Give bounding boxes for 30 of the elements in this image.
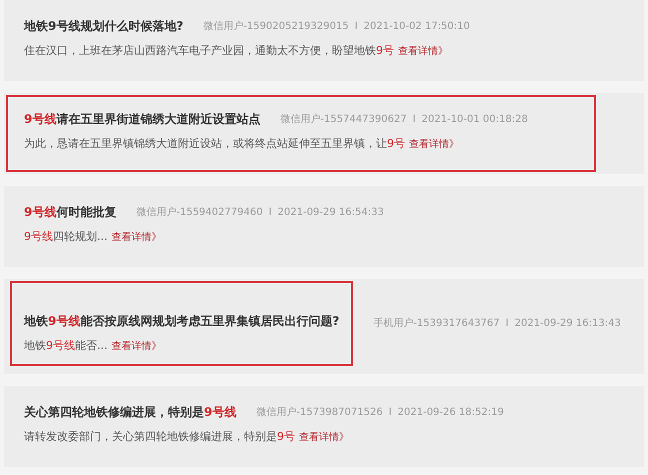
meta-separator: I [268, 206, 272, 220]
post-title: 9号线请在五里界街道锦绣大道附近设置站点 [24, 111, 260, 128]
post-excerpt: 住在汉口，上班在茅店山西路汽车电子产业园，通勤太不方便，盼望地铁9号 [24, 43, 394, 60]
post-excerpt: 为此，恳请在五里界镇锦绣大道附近设站，或将终点站延伸至五里界镇，让9号 [24, 136, 405, 152]
post-excerpt: 地铁9号线能否... [24, 338, 108, 354]
post-time: 2021-10-02 17:50:10 [364, 20, 470, 34]
post-author: 微信用户-1573987071526 [256, 406, 383, 420]
view-details-link[interactable]: 查看详情》 [299, 430, 349, 445]
view-details-link[interactable]: 查看详情》 [112, 230, 162, 245]
post-author: 微信用户-1590205219329015 [203, 20, 349, 34]
view-details-link[interactable]: 查看详情》 [398, 44, 448, 59]
view-details-link[interactable]: 查看详情》 [112, 339, 162, 354]
post-author: 微信用户-1559402779460 [136, 206, 263, 220]
post-author: 微信用户-1557447390627 [280, 112, 407, 126]
view-details-link[interactable]: 查看详情》 [409, 137, 459, 152]
post-author: 手机用户-1539317643767 [373, 316, 500, 330]
meta-separator: I [354, 20, 358, 34]
post-time: 2021-09-26 18:52:19 [398, 406, 504, 420]
post-title: 地铁9号线能否按原线网规划考虑五里界集镇居民出行问题? [24, 313, 340, 330]
meta-separator: I [412, 112, 416, 126]
meta-separator: I [506, 316, 509, 330]
post-time: 2021-09-29 16:54:33 [278, 206, 384, 220]
post-title: 关心第四轮地铁修编进展，特别是9号线 [24, 404, 236, 421]
post-excerpt: 9号线四轮规划... [24, 229, 108, 246]
meta-separator: I [388, 406, 392, 420]
post-time: 2021-10-01 00:18:28 [422, 112, 528, 126]
post-title: 地铁9号线规划什么时候落地? [24, 18, 184, 35]
post-time: 2021-09-29 16:13:43 [514, 316, 621, 330]
post-excerpt: 请转发改委部门，关心第四轮地铁修编进展，特别是9号 [24, 429, 295, 446]
post-title: 9号线何时能批复 [24, 204, 116, 221]
